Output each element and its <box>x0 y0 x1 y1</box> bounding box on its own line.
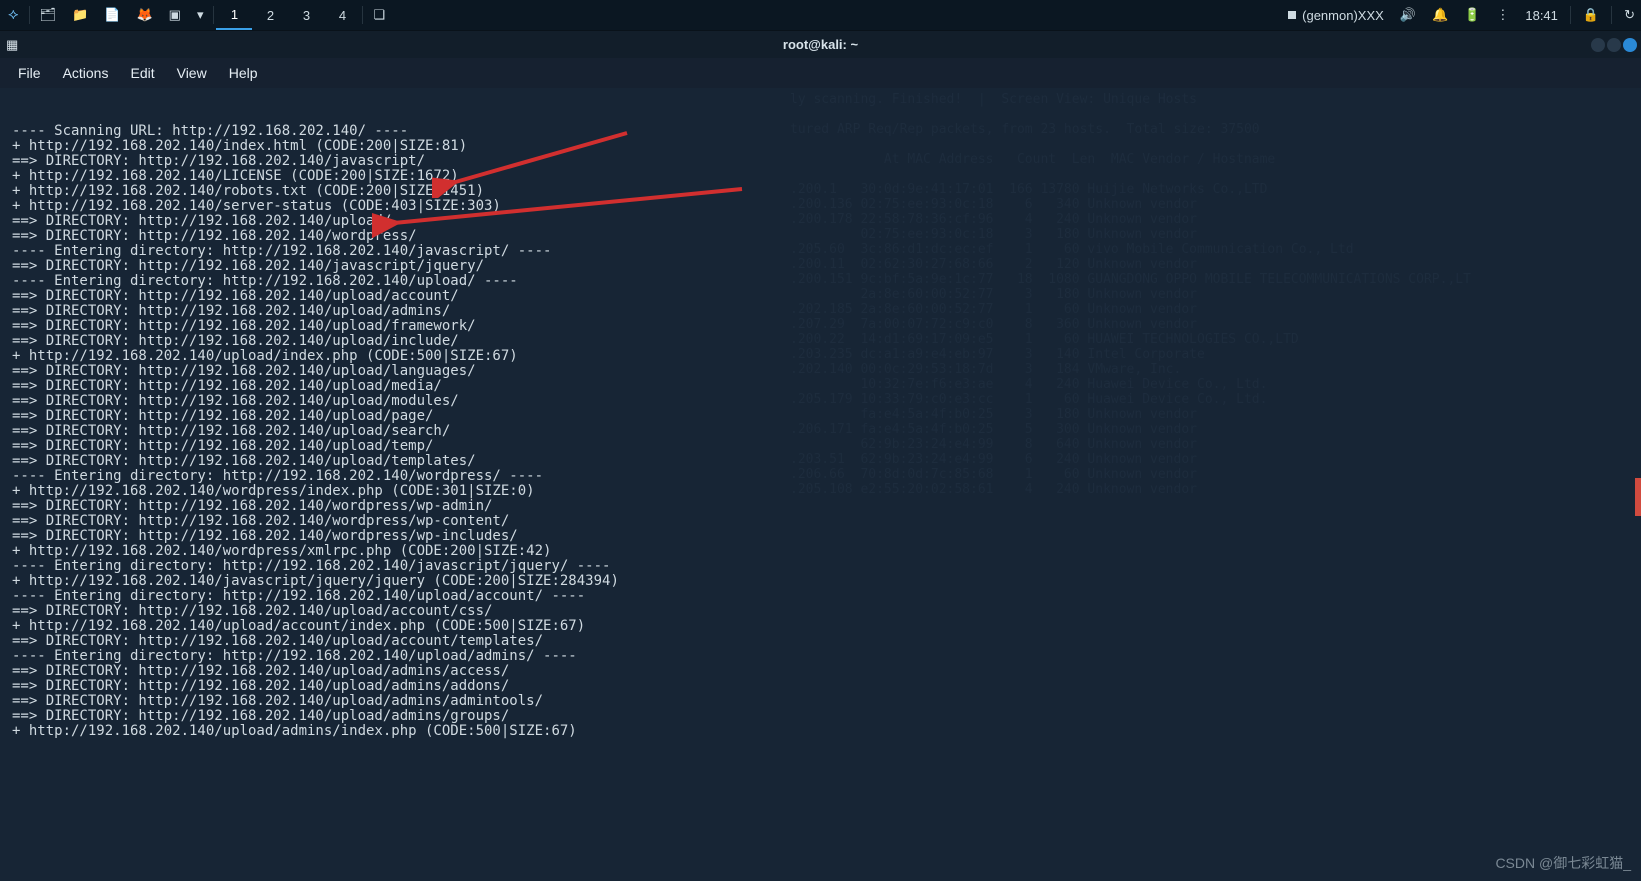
kali-glyph: ⟡ <box>8 6 19 24</box>
terminal-line: ==> DIRECTORY: http://192.168.202.140/up… <box>12 604 1629 619</box>
menu-edit[interactable]: Edit <box>120 63 164 83</box>
terminal-line: ==> DIRECTORY: http://192.168.202.140/up… <box>12 694 1629 709</box>
terminal-line: ==> DIRECTORY: http://192.168.202.140/up… <box>12 709 1629 724</box>
taskbar-separator <box>1570 6 1571 24</box>
scrollbar-thumb[interactable] <box>1635 478 1641 516</box>
terminal-line: ---- Entering directory: http://192.168.… <box>12 589 1629 604</box>
terminal-line: + http://192.168.202.140/javascript/jque… <box>12 574 1629 589</box>
clock-label: 18:41 <box>1525 8 1558 23</box>
menu-label: File <box>18 65 41 81</box>
power-button[interactable]: ↻ <box>1618 0 1641 30</box>
menu-label: Actions <box>63 65 109 81</box>
menu-help[interactable]: Help <box>219 63 268 83</box>
menu-file[interactable]: File <box>8 63 51 83</box>
ghost-text: ly scanning. Finished! | Screen View: Un… <box>790 92 1471 497</box>
volume-icon: 🔊 <box>1400 7 1416 23</box>
maximize-button[interactable] <box>1607 38 1621 52</box>
power-icon: ↻ <box>1624 7 1635 23</box>
minimize-button[interactable] <box>1591 38 1605 52</box>
background-terminal-ghost: ly scanning. Finished! | Screen View: Un… <box>790 92 1471 497</box>
volume-indicator[interactable]: 🔊 <box>1394 0 1422 30</box>
titlebar-left: ▦ <box>0 37 24 53</box>
taskbar-right: (genmon)XXX 🔊 🔔 🔋 ⋮ 18:41 🔒 ↻ <box>1282 0 1641 30</box>
workspace-label: 3 <box>303 8 310 23</box>
genmon-label: (genmon)XXX <box>1302 8 1384 23</box>
files-icon: 🗂 <box>40 7 57 23</box>
terminal-line: ==> DIRECTORY: http://192.168.202.140/wo… <box>12 529 1629 544</box>
workspace-3[interactable]: 3 <box>288 0 324 30</box>
terminal-line: ---- Entering directory: http://192.168.… <box>12 559 1629 574</box>
genmon-indicator[interactable]: (genmon)XXX <box>1282 0 1390 30</box>
close-button[interactable] <box>1623 38 1637 52</box>
window-titlebar[interactable]: ▦ root@kali: ~ <box>0 30 1641 58</box>
window-controls <box>1591 38 1641 52</box>
terminal-line: ---- Entering directory: http://192.168.… <box>12 649 1629 664</box>
taskbar-left: ⟡ 🗂 📁 📄 🦊 ▣ ▾ 1 2 3 4 ❏ <box>0 0 393 30</box>
menu-label: View <box>177 65 207 81</box>
terminal-line: + http://192.168.202.140/wordpress/xmlrp… <box>12 544 1629 559</box>
workspace-label: 2 <box>267 8 274 23</box>
notifications-indicator[interactable]: 🔔 <box>1426 0 1454 30</box>
more-icon: ⋮ <box>1496 7 1509 23</box>
terminal-line: ==> DIRECTORY: http://192.168.202.140/up… <box>12 634 1629 649</box>
folder-icon: 📁 <box>72 7 88 23</box>
genmon-square-icon <box>1288 11 1296 19</box>
workspace-1[interactable]: 1 <box>216 0 252 30</box>
terminal-launcher[interactable]: ▣ <box>161 0 189 30</box>
bell-icon: 🔔 <box>1432 7 1448 23</box>
chevron-down-icon: ▾ <box>197 7 204 23</box>
taskbar-separator <box>213 6 214 24</box>
terminal-line: ==> DIRECTORY: http://192.168.202.140/wo… <box>12 514 1629 529</box>
terminal-line: ==> DIRECTORY: http://192.168.202.140/wo… <box>12 499 1629 514</box>
terminal-line: ==> DIRECTORY: http://192.168.202.140/up… <box>12 679 1629 694</box>
taskbar-separator <box>1611 6 1612 24</box>
terminal-icon: ▣ <box>169 7 181 23</box>
workspace-2[interactable]: 2 <box>252 0 288 30</box>
screens-icon: ❏ <box>373 7 385 23</box>
new-tab-icon[interactable]: ▦ <box>6 37 18 53</box>
menu-view[interactable]: View <box>167 63 217 83</box>
workspace-label: 1 <box>231 7 238 22</box>
terminal-menubar: File Actions Edit View Help <box>0 58 1641 88</box>
terminal-line: + http://192.168.202.140/upload/admins/i… <box>12 724 1629 739</box>
taskbar-separator <box>29 6 30 24</box>
firefox-launcher[interactable]: 🦊 <box>128 0 160 30</box>
more-indicator[interactable]: ⋮ <box>1490 0 1515 30</box>
clock[interactable]: 18:41 <box>1519 0 1564 30</box>
launcher-menu-chevron[interactable]: ▾ <box>189 0 212 30</box>
terminal-line: + http://192.168.202.140/upload/account/… <box>12 619 1629 634</box>
battery-indicator[interactable]: 🔋 <box>1458 0 1486 30</box>
lock-icon: 🔒 <box>1583 7 1599 23</box>
taskbar-separator <box>362 6 363 24</box>
menu-actions[interactable]: Actions <box>53 63 119 83</box>
terminal-line: ==> DIRECTORY: http://192.168.202.140/up… <box>12 664 1629 679</box>
firefox-icon: 🦊 <box>136 7 152 23</box>
taskbar: ⟡ 🗂 📁 📄 🦊 ▣ ▾ 1 2 3 4 ❏ (genmon)XXX 🔊 🔔 … <box>0 0 1641 30</box>
editor-launcher[interactable]: 📄 <box>96 0 128 30</box>
menu-label: Help <box>229 65 258 81</box>
window-title: root@kali: ~ <box>783 37 858 52</box>
screens-switcher[interactable]: ❏ <box>365 0 393 30</box>
battery-icon: 🔋 <box>1464 7 1480 23</box>
doc-icon: 📄 <box>104 7 120 23</box>
workspace-4[interactable]: 4 <box>324 0 360 30</box>
lock-button[interactable]: 🔒 <box>1577 0 1605 30</box>
menu-label: Edit <box>130 65 154 81</box>
csdn-watermark: CSDN @御七彩虹猫_ <box>1495 853 1631 873</box>
folder-launcher[interactable]: 📁 <box>64 0 96 30</box>
kali-menu-icon[interactable]: ⟡ <box>0 0 27 30</box>
workspace-label: 4 <box>339 8 346 23</box>
files-launcher[interactable]: 🗂 <box>32 0 65 30</box>
